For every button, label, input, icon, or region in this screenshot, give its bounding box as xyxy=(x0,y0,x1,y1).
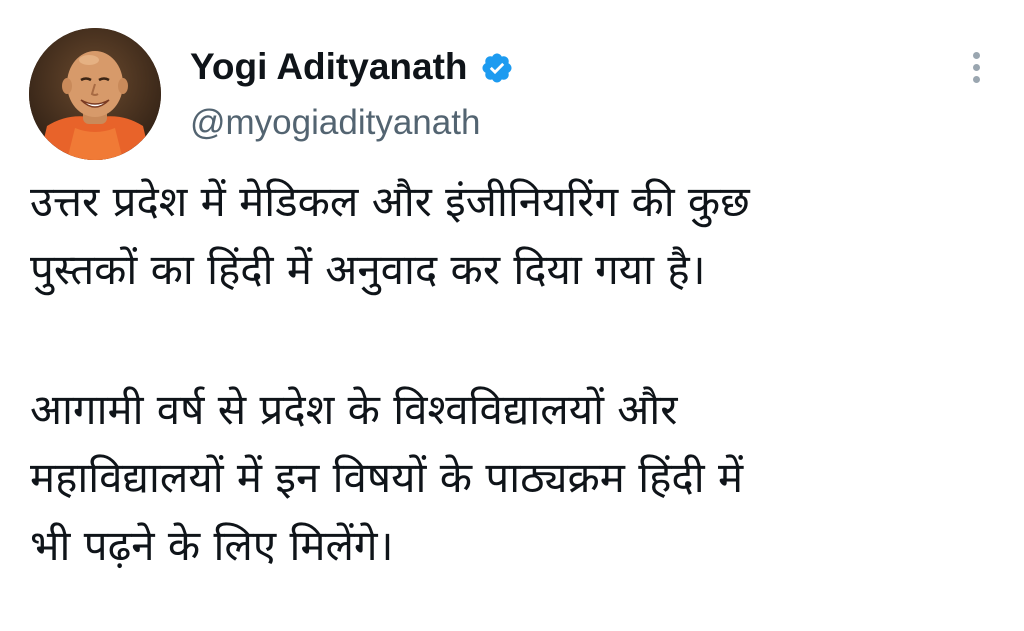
tweet-line: भी पढ़ने के लिए मिलेंगे। xyxy=(30,521,394,570)
verified-badge-icon xyxy=(480,50,514,84)
more-options-button[interactable] xyxy=(956,44,996,90)
author-handle[interactable]: @myogiadityanath xyxy=(190,100,480,146)
tweet-line: पुस्तकों का हिंदी में अनुवाद कर दिया गया… xyxy=(30,245,706,294)
more-vertical-icon-dot xyxy=(972,75,980,83)
tweet-line: उत्तर प्रदेश में मेडिकल और इंजीनियरिंग क… xyxy=(30,177,750,226)
tweet-line: महाविद्यालयों में इन विषयों के पाठ्यक्रम… xyxy=(30,453,744,502)
avatar-image xyxy=(29,28,161,160)
more-vertical-icon-dot xyxy=(972,63,980,71)
tweet-line: आगामी वर्ष से प्रदेश के विश्वविद्यालयों … xyxy=(30,385,678,434)
more-vertical-icon xyxy=(972,51,980,59)
tweet-text: उत्तर प्रदेश में मेडिकल और इंजीनियरिंग क… xyxy=(30,168,1005,580)
author-name[interactable]: Yogi Adityanath xyxy=(190,44,468,90)
avatar[interactable] xyxy=(29,28,161,160)
tweet-card: Yogi Adityanath @myogiadityanath उत्तर प… xyxy=(0,0,1024,631)
author-name-row[interactable]: Yogi Adityanath xyxy=(190,44,514,90)
